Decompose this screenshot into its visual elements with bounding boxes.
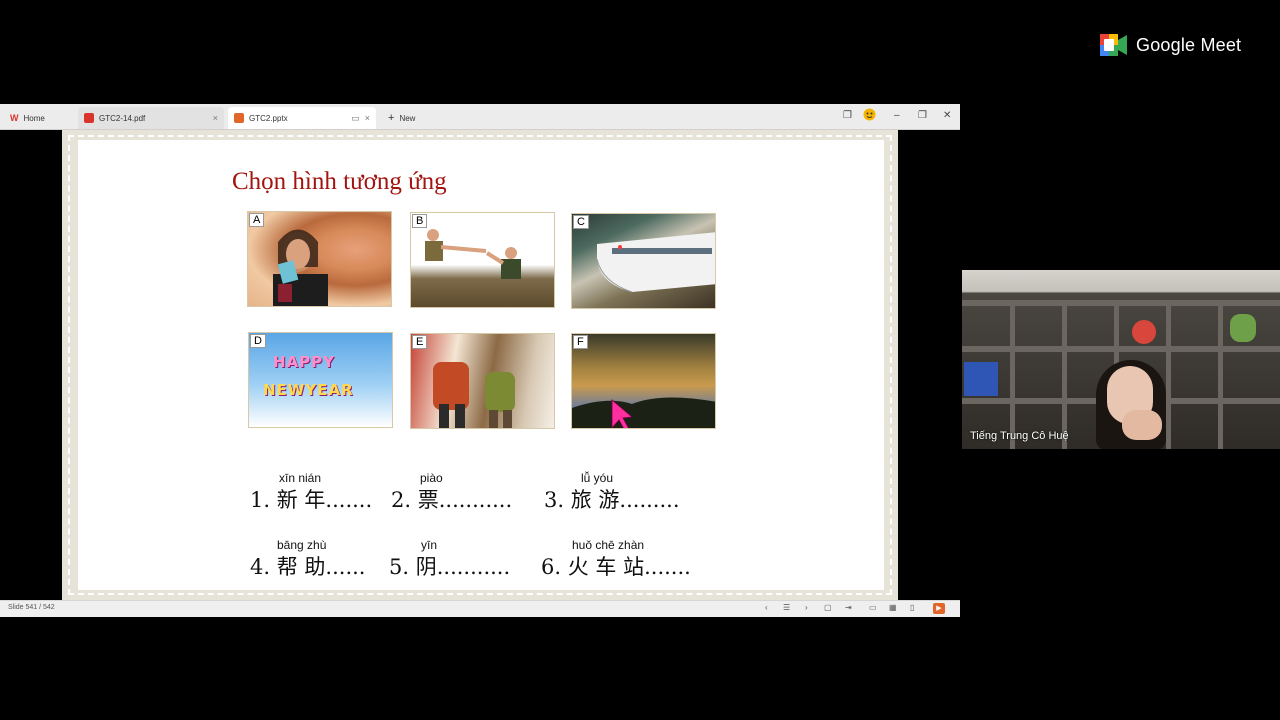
pdf-file-icon xyxy=(84,113,94,123)
plus-icon: + xyxy=(388,112,395,124)
pinyin-6: huǒ chē zhàn xyxy=(572,538,645,552)
exercise-blank: ...... xyxy=(325,555,366,579)
screen-icon[interactable]: ▭ xyxy=(351,113,360,124)
shelf-divider xyxy=(1010,300,1015,449)
backpackers-illustration xyxy=(433,362,515,428)
exercise-4: 4. 帮 助...... xyxy=(250,551,365,581)
train-illustration xyxy=(596,232,715,293)
pinyin-2: piào xyxy=(420,471,443,485)
pptx-file-icon xyxy=(234,113,244,123)
new-year-text: NEWYEAR xyxy=(263,381,354,399)
exercise-hanzi: 火 车 站 xyxy=(567,555,645,579)
picture-label: B xyxy=(412,214,428,228)
tab-new[interactable]: + New xyxy=(382,107,442,129)
tab-pdf-label: GTC2-14.pdf xyxy=(99,113,146,123)
picture-label: C xyxy=(573,215,589,229)
fit-icon[interactable]: ⇥ xyxy=(845,603,852,612)
avatar-icon[interactable] xyxy=(863,108,876,124)
participant-tile[interactable]: Tiếng Trung Cô Huệ xyxy=(962,270,1280,449)
exercise-blank: ......... xyxy=(619,488,680,512)
tab-new-label: New xyxy=(399,113,416,123)
maximize-icon[interactable]: ❐ xyxy=(918,110,927,121)
exercise-6: 6. 火 车 站....... xyxy=(541,551,691,581)
exercise-number: 1. xyxy=(250,488,271,512)
exercise-number: 2. xyxy=(391,488,412,512)
shelf-divider xyxy=(1218,300,1223,449)
slide-counter: Slide 541 / 542 xyxy=(8,604,55,611)
exercise-hanzi: 旅 游 xyxy=(570,488,620,512)
shelf-divider xyxy=(1166,300,1171,449)
exercise-hanzi: 阴 xyxy=(415,555,437,579)
exercise-2: 2. 票........... xyxy=(391,484,512,514)
next-slide-icon[interactable]: › xyxy=(805,603,808,612)
exercise-3: 3. 旅 游......... xyxy=(544,484,680,514)
exercise-hanzi: 票 xyxy=(417,488,439,512)
picture-e-backpackers: E xyxy=(410,333,555,429)
reading-view-icon[interactable]: ▯ xyxy=(910,603,914,612)
woman-illustration xyxy=(273,229,328,306)
minimize-icon[interactable]: – xyxy=(894,110,900,121)
close-window-icon[interactable]: ✕ xyxy=(943,110,951,121)
plant xyxy=(1230,314,1256,342)
tab-pptx-label: GTC2.pptx xyxy=(249,113,288,123)
tab-pdf[interactable]: GTC2-14.pdf × xyxy=(78,107,224,129)
slide-title: Chọn hình tương ứng xyxy=(232,168,447,195)
shared-window: W Home GTC2-14.pdf × GTC2.pptx ▭ × + New… xyxy=(0,104,960,617)
picture-label: F xyxy=(573,335,588,349)
slide: Chọn hình tương ứng A B C D HAPPY NEWYEA… xyxy=(78,140,884,590)
exercise-blank: ........... xyxy=(438,488,513,512)
sorter-view-icon[interactable]: ▦ xyxy=(889,603,897,612)
pinyin-5: yīn xyxy=(421,538,438,552)
exercise-5: 5. 阴........... xyxy=(389,551,510,581)
cloudy-sky-illustration xyxy=(572,397,715,428)
tab-home[interactable]: W Home xyxy=(4,107,74,129)
google-meet-logo: Google Meet xyxy=(1100,34,1241,56)
meet-brand-text: Google Meet xyxy=(1136,34,1242,55)
picture-label: D xyxy=(250,334,266,348)
picture-c-train-station: C xyxy=(571,213,716,309)
happy-text: HAPPY xyxy=(273,353,336,371)
exercise-hanzi: 帮 助 xyxy=(276,555,326,579)
play-slideshow-icon[interactable]: ▶ xyxy=(933,603,945,614)
person-hands xyxy=(1122,410,1162,440)
restore-layout-icon[interactable]: ❐ xyxy=(843,110,852,121)
close-tab-icon[interactable]: × xyxy=(213,113,218,123)
binders xyxy=(964,362,998,396)
flower-pot xyxy=(1132,320,1156,344)
close-tab-icon[interactable]: × xyxy=(365,113,370,123)
slide-area: Chọn hình tương ứng A B C D HAPPY NEWYEA… xyxy=(0,130,960,600)
picture-b-helping-hand: B xyxy=(410,212,555,308)
pinyin-3: lǚ yóu xyxy=(581,471,614,485)
slide-list-icon[interactable]: ☰ xyxy=(783,603,790,612)
exercise-number: 6. xyxy=(541,555,562,579)
normal-view-icon[interactable]: ▭ xyxy=(869,603,877,612)
participant-name: Tiếng Trung Cô Huệ xyxy=(970,430,1069,442)
picture-a-woman-with-ticket: A xyxy=(247,211,392,307)
status-bar: Slide 541 / 542 ‹ ☰ › ▢ ⇥ ▭ ▦ ▯ ▶ xyxy=(0,600,960,617)
wps-home-icon: W xyxy=(10,113,19,123)
meet-camera-icon xyxy=(1100,34,1127,56)
tab-home-label: Home xyxy=(23,113,45,123)
exercise-number: 5. xyxy=(389,555,410,579)
picture-label: A xyxy=(249,213,265,227)
exercise-blank: ........... xyxy=(436,555,511,579)
picture-f-cloudy-sky: F xyxy=(571,333,716,429)
shelf-divider xyxy=(1062,300,1067,449)
exercise-blank: ....... xyxy=(644,555,691,579)
exercise-blank: ....... xyxy=(325,488,373,512)
pinyin-1: xīn nián xyxy=(279,471,322,485)
exercise-number: 4. xyxy=(250,555,271,579)
climbers-illustration xyxy=(425,229,521,279)
tab-bar: W Home GTC2-14.pdf × GTC2.pptx ▭ × + New… xyxy=(0,104,960,130)
exercise-hanzi: 新 年 xyxy=(276,488,326,512)
tab-pptx[interactable]: GTC2.pptx ▭ × xyxy=(228,107,376,129)
prev-slide-icon[interactable]: ‹ xyxy=(765,603,768,612)
exercise-number: 3. xyxy=(544,488,565,512)
picture-label: E xyxy=(412,335,428,349)
exercise-1: 1. 新 年....... xyxy=(250,484,372,514)
picture-d-happy-new-year: D HAPPY NEWYEAR xyxy=(248,332,393,428)
pinyin-4: bāng zhù xyxy=(277,538,327,552)
notes-icon[interactable]: ▢ xyxy=(824,603,832,612)
